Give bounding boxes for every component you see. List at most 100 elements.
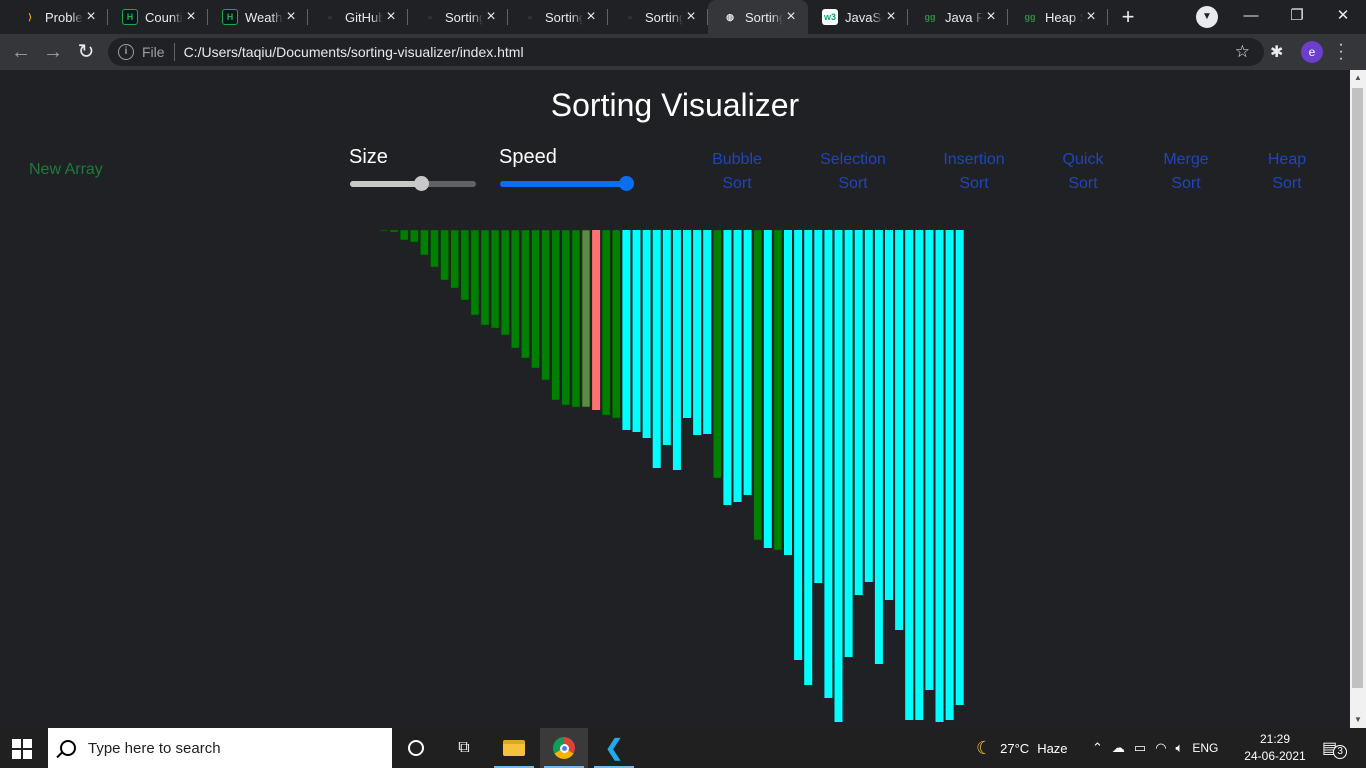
forward-icon[interactable]: → xyxy=(41,40,65,64)
volume-icon[interactable]: 🔈︎ xyxy=(1176,740,1184,756)
tab-sorting[interactable]: ● Sorting × xyxy=(408,0,508,34)
info-icon[interactable]: i xyxy=(118,44,134,60)
clock[interactable]: 21:29 24-06-2021 xyxy=(1240,731,1310,765)
clock-date: 24-06-2021 xyxy=(1244,749,1306,763)
page-scrollbar[interactable]: ▲ ▼ xyxy=(1350,70,1366,728)
array-bar xyxy=(834,230,843,722)
weather-widget[interactable]: ☾ 27°C Haze xyxy=(976,728,1068,768)
tab-weather[interactable]: H Weather× xyxy=(208,0,308,34)
minimize-icon[interactable]: — xyxy=(1228,0,1274,32)
tab-close-icon[interactable]: × xyxy=(83,8,99,26)
tab-close-icon[interactable]: × xyxy=(483,8,499,26)
array-bar xyxy=(864,230,873,582)
array-bar xyxy=(531,229,540,369)
array-bar xyxy=(844,230,853,657)
array-bar xyxy=(925,230,934,690)
taskbar: Type here to search ⧉ ❮ ☾ 27°C Haze ⌃ ☁ … xyxy=(0,728,1366,768)
tab-close-icon[interactable]: × xyxy=(783,8,799,26)
search-icon xyxy=(60,740,76,756)
array-bar xyxy=(662,230,671,445)
file-explorer-icon[interactable] xyxy=(490,728,538,768)
close-window-icon[interactable]: ✕ xyxy=(1320,0,1366,32)
chevron-up-icon[interactable]: ⌃ xyxy=(1092,740,1103,756)
leetcode-icon: ⟩ xyxy=(28,11,32,22)
tab-java-program[interactable]: gg Java Program× xyxy=(908,0,1008,34)
tab-close-icon[interactable]: × xyxy=(283,8,299,26)
tab-sorting[interactable]: ◍ Sorting × xyxy=(708,0,808,34)
chrome-icon[interactable] xyxy=(540,728,588,768)
tab-title: Problem xyxy=(45,9,83,25)
scroll-down-icon[interactable]: ▼ xyxy=(1350,712,1366,728)
array-bar xyxy=(490,229,500,329)
wifi-icon[interactable]: ◠ xyxy=(1155,740,1166,756)
array-bar xyxy=(470,229,480,316)
back-icon[interactable]: ← xyxy=(9,40,33,64)
address-bar[interactable]: i File C:/Users/taqiu/Documents/sorting-… xyxy=(108,38,1264,66)
tab-close-icon[interactable]: × xyxy=(683,8,699,26)
windows-start-icon[interactable] xyxy=(12,739,32,759)
task-view-icon[interactable]: ⧉ xyxy=(440,728,488,768)
tab-close-icon[interactable]: × xyxy=(1083,8,1099,26)
array-bar xyxy=(379,229,389,232)
array-bar xyxy=(895,230,904,630)
github-icon: ● xyxy=(327,12,333,22)
taskbar-search[interactable]: Type here to search xyxy=(48,728,392,768)
cortana-icon[interactable] xyxy=(392,728,440,768)
clock-time: 21:29 xyxy=(1259,732,1291,746)
tab-title: Java Program xyxy=(945,9,983,25)
array-bar xyxy=(480,229,490,326)
menu-icon[interactable]: · · · xyxy=(1334,37,1348,67)
divider xyxy=(173,43,175,61)
tab-github[interactable]: ● GitHub × xyxy=(308,0,408,34)
tab-close-icon[interactable]: × xyxy=(383,8,399,26)
array-bar xyxy=(672,230,681,470)
url-text[interactable]: C:/Users/taqiu/Documents/sorting-visuali… xyxy=(184,44,524,60)
reload-icon[interactable]: ↻ xyxy=(74,40,98,64)
scrollbar-thumb[interactable] xyxy=(1352,88,1363,688)
tab-title: Weather xyxy=(245,9,283,25)
notifications-icon[interactable]: ▤ 3 xyxy=(1322,728,1348,768)
tab-close-icon[interactable]: × xyxy=(583,8,599,26)
tab-counting[interactable]: H Counting× xyxy=(108,0,208,34)
tab-close-icon[interactable]: × xyxy=(183,8,199,26)
restore-icon[interactable]: ❐ xyxy=(1274,0,1320,32)
tab-heap-sort[interactable]: gg Heap Sort× xyxy=(1008,0,1108,34)
w3schools-icon: w3 xyxy=(822,9,838,25)
new-tab-button[interactable]: + xyxy=(1116,5,1140,29)
array-bar xyxy=(611,229,621,419)
scroll-up-icon[interactable]: ▲ xyxy=(1350,70,1366,86)
tab-search-icon[interactable]: ▼ xyxy=(1196,6,1218,28)
cloud-icon[interactable]: ☁ xyxy=(1112,740,1125,756)
array-bar xyxy=(581,229,591,408)
array-bar xyxy=(773,229,783,551)
bookmark-star-icon[interactable]: ☆ xyxy=(1235,42,1250,62)
tab-title: JavaScript xyxy=(845,9,883,25)
extensions-icon[interactable]: ✱ xyxy=(1270,42,1283,62)
tab-sorting[interactable]: ● Sorting × xyxy=(608,0,708,34)
array-bar xyxy=(945,230,954,720)
array-bar xyxy=(652,230,661,468)
array-bar xyxy=(905,230,914,720)
tab-close-icon[interactable]: × xyxy=(983,8,999,26)
tab-sorting[interactable]: ● Sorting × xyxy=(508,0,608,34)
tab-problem[interactable]: ⟩ Problem× xyxy=(8,0,108,34)
array-bar xyxy=(622,230,631,430)
array-bar xyxy=(723,230,732,505)
tab-javascript[interactable]: w3 JavaScript× xyxy=(808,0,908,34)
notification-count: 3 xyxy=(1333,745,1348,759)
array-bar xyxy=(693,230,702,435)
array-bar xyxy=(712,229,722,479)
vscode-icon[interactable]: ❮ xyxy=(590,728,638,768)
array-bar xyxy=(551,229,561,401)
array-bar xyxy=(743,230,752,495)
search-placeholder: Type here to search xyxy=(88,739,221,757)
profile-avatar[interactable]: e xyxy=(1301,41,1323,63)
array-bar xyxy=(450,229,460,289)
array-bar xyxy=(885,230,893,600)
array-bar xyxy=(733,230,742,502)
language-indicator[interactable]: ENG xyxy=(1192,741,1218,755)
array-bar xyxy=(955,230,964,705)
tab-strip: ⟩Problem×HCounting×HWeather×●GitHub×●Sor… xyxy=(0,0,1366,34)
tab-close-icon[interactable]: × xyxy=(883,8,899,26)
battery-icon[interactable]: ▭ xyxy=(1134,740,1146,756)
